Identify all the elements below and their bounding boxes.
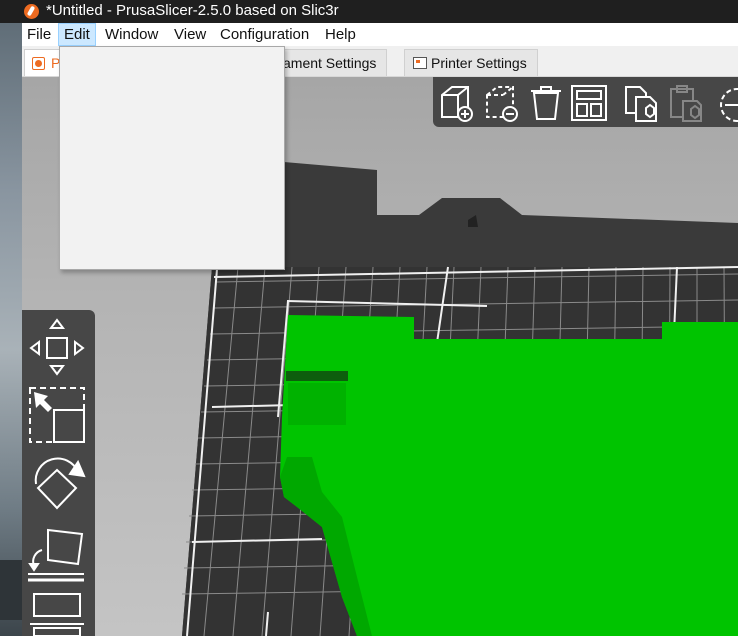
- model-slot: [286, 371, 348, 381]
- delete-object-icon[interactable]: [481, 83, 521, 123]
- printer-icon: [413, 57, 427, 69]
- copy-icon[interactable]: [620, 83, 660, 123]
- paste-icon[interactable]: [665, 83, 705, 123]
- move-icon[interactable]: [26, 316, 88, 378]
- delete-all-icon[interactable]: [526, 83, 566, 123]
- desktop-background: [0, 0, 22, 636]
- model-slot-lower: [288, 383, 346, 425]
- tab-printer-label: Printer Settings: [431, 55, 527, 71]
- window-title: *Untitled - PrusaSlicer-2.5.0 based on S…: [46, 2, 339, 19]
- top-toolbar: [433, 77, 738, 127]
- plater-icon: [32, 57, 45, 70]
- menu-file[interactable]: File: [22, 24, 56, 45]
- title-bar: *Untitled - PrusaSlicer-2.5.0 based on S…: [0, 0, 738, 23]
- menu-edit[interactable]: Edit: [58, 23, 96, 46]
- menu-bar: File Edit Window View Configuration Help: [22, 23, 738, 46]
- tab-filament-label: ament Settings: [283, 55, 377, 71]
- menu-window[interactable]: Window: [100, 24, 163, 45]
- cut-icon[interactable]: [26, 592, 88, 636]
- arrange-icon[interactable]: [569, 83, 609, 123]
- place-on-face-icon[interactable]: [26, 524, 88, 586]
- add-object-icon[interactable]: [436, 83, 476, 123]
- prusaslicer-logo-icon: [24, 4, 39, 19]
- desktop-pier: [0, 560, 22, 620]
- menu-help[interactable]: Help: [320, 24, 361, 45]
- scale-icon[interactable]: [26, 384, 88, 446]
- edit-menu-dropdown: [59, 46, 285, 270]
- rotate-icon[interactable]: [26, 454, 88, 520]
- split-icon[interactable]: [713, 83, 738, 123]
- left-toolbar: [22, 310, 95, 636]
- tab-printer-settings[interactable]: Printer Settings: [404, 49, 538, 76]
- menu-view[interactable]: View: [169, 24, 211, 45]
- menu-configuration[interactable]: Configuration: [215, 24, 314, 45]
